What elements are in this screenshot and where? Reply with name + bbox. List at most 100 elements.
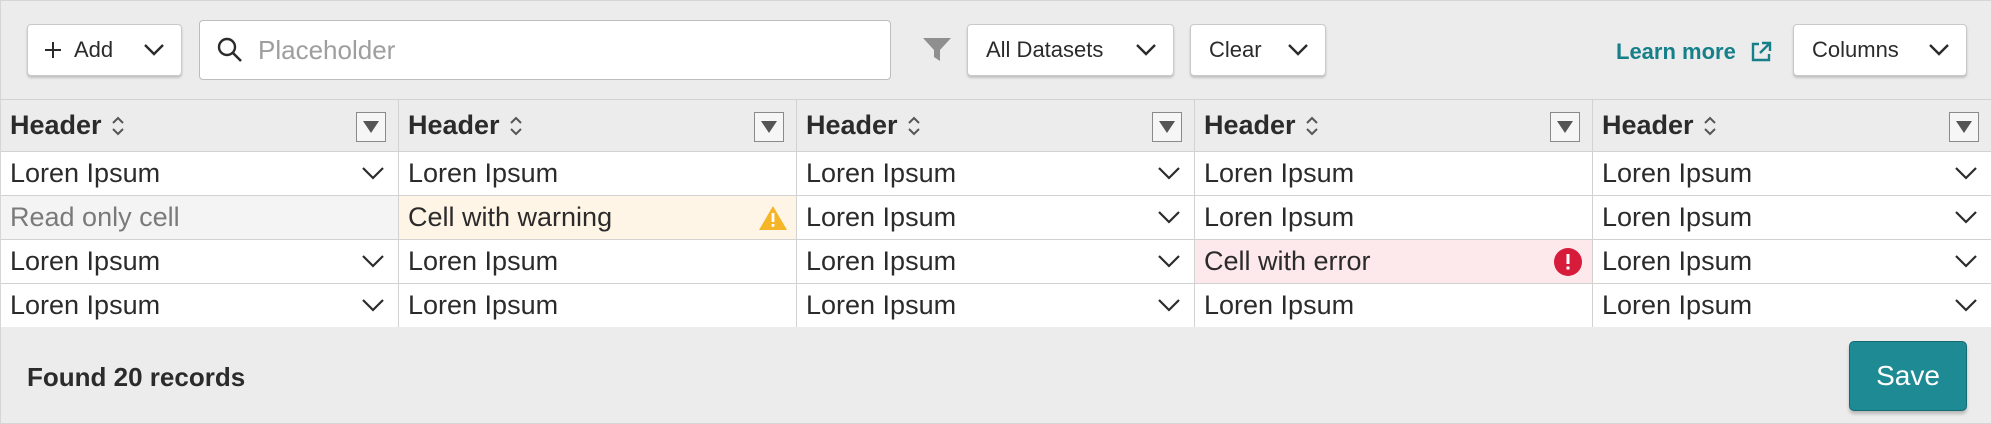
columns-dropdown-label: Columns bbox=[1812, 37, 1899, 62]
cell-value: Loren Ipsum bbox=[806, 202, 957, 232]
table-cell[interactable]: Loren Ipsum bbox=[1, 240, 399, 284]
chevron-down-icon[interactable] bbox=[1954, 209, 1978, 225]
column-header[interactable]: Header bbox=[1593, 100, 1991, 152]
column-header-label: Header bbox=[806, 110, 898, 140]
toolbar: Add All Datasets Clear bbox=[1, 1, 1991, 99]
table-cell[interactable]: Loren Ipsum bbox=[797, 196, 1195, 240]
cell-value: Loren Ipsum bbox=[1204, 202, 1355, 232]
column-filter-icon[interactable] bbox=[1550, 112, 1580, 142]
column-filter-icon[interactable] bbox=[356, 112, 386, 142]
table-cell[interactable]: Loren Ipsum bbox=[1195, 196, 1593, 240]
datasets-dropdown-label: All Datasets bbox=[986, 37, 1104, 62]
sort-icon[interactable] bbox=[110, 115, 126, 137]
table-cell[interactable]: Loren Ipsum bbox=[1593, 196, 1991, 240]
chevron-down-icon[interactable] bbox=[1157, 209, 1181, 225]
column-header[interactable]: Header bbox=[399, 100, 797, 152]
warning-icon bbox=[759, 206, 787, 230]
cell-value: Loren Ipsum bbox=[1204, 158, 1355, 188]
table-cell[interactable]: Loren Ipsum bbox=[1593, 152, 1991, 196]
cell-value: Loren Ipsum bbox=[1204, 290, 1355, 320]
cell-value: Loren Ipsum bbox=[1602, 290, 1753, 320]
cell-value: Cell with warning bbox=[408, 202, 613, 232]
datasets-dropdown[interactable]: All Datasets bbox=[967, 24, 1174, 76]
chevron-down-icon bbox=[144, 44, 164, 56]
cell-value: Cell with error bbox=[1204, 246, 1371, 276]
header-row: Header Header Header Header Header bbox=[1, 100, 1991, 152]
cell-value: Loren Ipsum bbox=[806, 158, 957, 188]
chevron-down-icon[interactable] bbox=[361, 165, 385, 181]
warning-cell[interactable]: Cell with warning bbox=[399, 196, 797, 240]
add-button[interactable]: Add bbox=[27, 24, 182, 76]
save-button[interactable]: Save bbox=[1849, 341, 1967, 411]
chevron-down-icon[interactable] bbox=[1157, 297, 1181, 313]
table-cell[interactable]: Loren Ipsum bbox=[1195, 152, 1593, 196]
search-box[interactable] bbox=[199, 20, 891, 80]
cell-value: Loren Ipsum bbox=[10, 246, 161, 276]
table-cell[interactable]: Loren Ipsum bbox=[1195, 284, 1593, 328]
column-filter-icon[interactable] bbox=[754, 112, 784, 142]
chevron-down-icon bbox=[1288, 44, 1308, 56]
table-cell[interactable]: Loren Ipsum bbox=[399, 240, 797, 284]
chevron-down-icon[interactable] bbox=[1954, 253, 1978, 269]
sort-icon[interactable] bbox=[1702, 115, 1718, 137]
column-header-label: Header bbox=[408, 110, 500, 140]
add-button-label: Add bbox=[74, 37, 114, 62]
plus-icon bbox=[45, 42, 61, 58]
chevron-down-icon bbox=[1929, 44, 1949, 56]
learn-more-link[interactable]: Learn more bbox=[1616, 37, 1772, 67]
chevron-down-icon[interactable] bbox=[1157, 165, 1181, 181]
table-row: Read only cell Cell with warning Loren I… bbox=[1, 196, 1991, 240]
filter-icon[interactable] bbox=[921, 35, 953, 65]
column-filter-icon[interactable] bbox=[1152, 112, 1182, 142]
footer: Found 20 records Save bbox=[1, 327, 1991, 423]
sort-icon[interactable] bbox=[1304, 115, 1320, 137]
table-cell[interactable]: Loren Ipsum bbox=[1593, 284, 1991, 328]
external-link-icon bbox=[1751, 41, 1772, 62]
table-cell[interactable]: Loren Ipsum bbox=[797, 152, 1195, 196]
table-cell[interactable]: Loren Ipsum bbox=[1, 284, 399, 328]
table-cell[interactable]: Loren Ipsum bbox=[399, 152, 797, 196]
table-cell[interactable]: Loren Ipsum bbox=[1, 152, 399, 196]
column-header-label: Header bbox=[1204, 110, 1296, 140]
sort-icon[interactable] bbox=[906, 115, 922, 137]
data-grid-panel: Add All Datasets Clear bbox=[0, 0, 1992, 424]
clear-dropdown[interactable]: Clear bbox=[1190, 24, 1326, 76]
table-cell[interactable]: Loren Ipsum bbox=[797, 284, 1195, 328]
chevron-down-icon[interactable] bbox=[1157, 253, 1181, 269]
table-cell[interactable]: Loren Ipsum bbox=[797, 240, 1195, 284]
read-only-cell: Read only cell bbox=[1, 196, 399, 240]
columns-dropdown[interactable]: Columns bbox=[1793, 24, 1967, 76]
cell-value: Loren Ipsum bbox=[10, 290, 161, 320]
sort-icon[interactable] bbox=[508, 115, 524, 137]
search-icon bbox=[217, 37, 242, 62]
table-row: Loren Ipsum Loren Ipsum Loren Ipsum Lore… bbox=[1, 284, 1991, 328]
chevron-down-icon[interactable] bbox=[361, 297, 385, 313]
error-cell[interactable]: Cell with error bbox=[1195, 240, 1593, 284]
clear-dropdown-label: Clear bbox=[1209, 37, 1262, 62]
cell-value: Loren Ipsum bbox=[806, 290, 957, 320]
cell-value: Read only cell bbox=[10, 202, 180, 232]
column-header[interactable]: Header bbox=[797, 100, 1195, 152]
chevron-down-icon[interactable] bbox=[1954, 165, 1978, 181]
table-row: Loren Ipsum Loren Ipsum Loren Ipsum Lore… bbox=[1, 152, 1991, 196]
cell-value: Loren Ipsum bbox=[806, 246, 957, 276]
table-row: Loren Ipsum Loren Ipsum Loren Ipsum Cell… bbox=[1, 240, 1991, 284]
table-cell[interactable]: Loren Ipsum bbox=[399, 284, 797, 328]
cell-value: Loren Ipsum bbox=[408, 246, 559, 276]
data-table: Header Header Header Header Header Loren… bbox=[1, 99, 1991, 328]
cell-value: Loren Ipsum bbox=[1602, 246, 1753, 276]
column-header[interactable]: Header bbox=[1195, 100, 1593, 152]
search-input[interactable] bbox=[258, 34, 858, 66]
cell-value: Loren Ipsum bbox=[408, 290, 559, 320]
column-header-label: Header bbox=[1602, 110, 1694, 140]
error-icon bbox=[1554, 248, 1582, 276]
column-filter-icon[interactable] bbox=[1949, 112, 1979, 142]
cell-value: Loren Ipsum bbox=[1602, 158, 1753, 188]
column-header-label: Header bbox=[10, 110, 102, 140]
table-cell[interactable]: Loren Ipsum bbox=[1593, 240, 1991, 284]
learn-more-label: Learn more bbox=[1616, 39, 1736, 64]
record-count: Found 20 records bbox=[27, 362, 246, 392]
chevron-down-icon[interactable] bbox=[361, 253, 385, 269]
chevron-down-icon[interactable] bbox=[1954, 297, 1978, 313]
column-header[interactable]: Header bbox=[1, 100, 399, 152]
